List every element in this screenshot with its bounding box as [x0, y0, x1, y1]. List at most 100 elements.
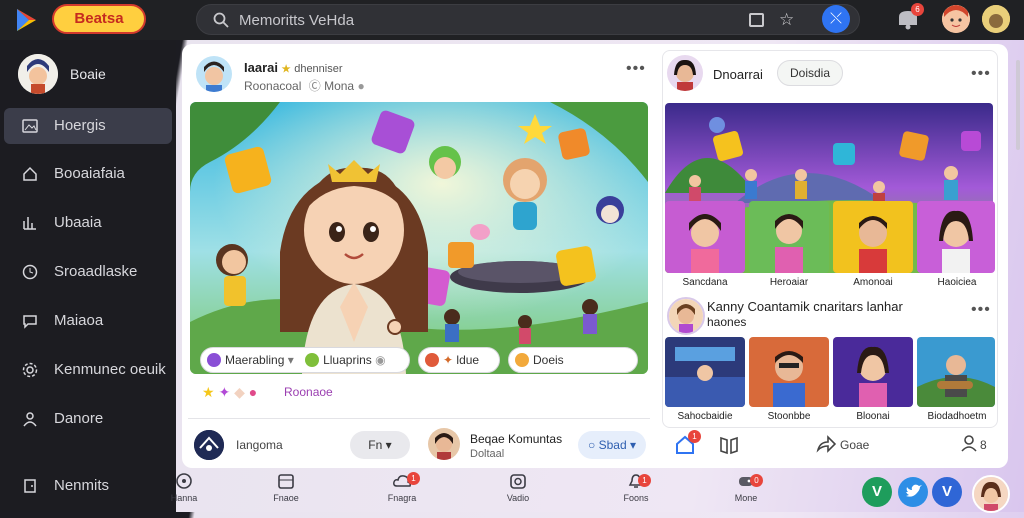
scrollbar[interactable]	[1016, 60, 1020, 150]
community-title[interactable]: Beqae Komuntas	[470, 432, 562, 446]
dock-item-foons[interactable]: Foons	[606, 472, 666, 503]
like-badge: 1	[688, 430, 701, 443]
tag-chip-doeis[interactable]: Doeis	[508, 347, 638, 373]
sidebar-item-kenmunec[interactable]: Kenmunec oeuik	[4, 352, 172, 388]
profile-name[interactable]: Boaie	[70, 66, 106, 82]
tag-chip-maerabling[interactable]: Maerabling ▾ Lluaprins ◉	[200, 347, 410, 373]
play-icon	[207, 353, 221, 367]
more-options-icon[interactable]: •••	[971, 65, 991, 83]
sd-dropdown[interactable]: ○ Sbad ▾	[578, 431, 646, 459]
square-icon[interactable]	[749, 13, 764, 27]
reaction-icons[interactable]: ★ ✦ ◆ ●	[202, 384, 257, 401]
thumbnail-caption: Heroaiar	[769, 277, 809, 288]
sidebar-item-sroaadlaske[interactable]: Sroaadlaske	[4, 254, 172, 290]
people-count: 8	[980, 438, 987, 452]
bottom-dock: Hanna Fnaoe Fnagra 1 Vadio Foons 1 Mone …	[171, 468, 1024, 512]
dock-item-vadio[interactable]: Vadio	[488, 472, 548, 503]
dock-badge: 1	[407, 472, 420, 485]
thumbnail[interactable]	[749, 337, 829, 407]
sidebar-item-hoergis[interactable]: Hoergis	[4, 108, 172, 144]
dock-item-fnaoe[interactable]: Fnaoe	[256, 472, 316, 503]
more-options-icon[interactable]: •••	[626, 60, 646, 78]
social-vine-button[interactable]: V	[862, 477, 892, 507]
people-icon	[23, 412, 37, 427]
post-image[interactable]	[190, 102, 648, 374]
post-author[interactable]: Iaarai ★ dhenniser	[244, 60, 343, 75]
play-store-logo-icon[interactable]	[12, 6, 40, 34]
search-bar[interactable]: Memoritts VeHda ☆	[196, 4, 860, 35]
search-input[interactable]: Memoritts VeHda	[239, 12, 354, 29]
share-icon[interactable]	[816, 434, 836, 454]
avatar[interactable]	[942, 5, 970, 33]
star-pin-icon[interactable]: ☆	[779, 10, 799, 30]
profile-avatar[interactable]	[18, 54, 58, 94]
sidebar-item-label: Nenmits	[54, 477, 110, 494]
author-avatar[interactable]	[196, 56, 232, 92]
chevron-down-icon: ▾	[287, 353, 294, 367]
compose-button[interactable]: ⤬	[822, 5, 850, 33]
sidebar-item-label: Maiaoa	[54, 312, 104, 329]
person-icon[interactable]	[960, 434, 978, 452]
social-twitter-button[interactable]	[898, 477, 928, 507]
notification-badge: 6	[911, 3, 924, 16]
thumbnail[interactable]	[665, 201, 745, 273]
fn-dropdown[interactable]: Fn ▾	[350, 431, 410, 459]
sidebar-item-label: Kenmunec oeuik	[54, 361, 166, 378]
thumbnail[interactable]	[833, 201, 913, 273]
dock-item-hanna[interactable]: Hanna	[154, 472, 214, 503]
thumbnail[interactable]	[917, 337, 995, 407]
reaction-label[interactable]: Roonaoe	[284, 385, 333, 399]
thumbnail[interactable]	[917, 201, 995, 273]
book-icon[interactable]	[718, 434, 740, 456]
sidebar-item-ubaaia[interactable]: Ubaaia	[4, 205, 172, 241]
community-title[interactable]: Kanny Coantamik cnaritars lanhar	[707, 299, 967, 314]
verified-icon: ★	[281, 64, 291, 75]
thumbnail[interactable]	[749, 201, 829, 273]
post-author[interactable]: Dnoarrai	[713, 67, 763, 82]
chat-icon	[23, 315, 37, 329]
community-subtitle: haones	[707, 315, 747, 329]
camera-icon	[510, 474, 526, 489]
community-avatar[interactable]	[428, 428, 460, 460]
group-label[interactable]: Iangoma	[236, 438, 283, 452]
dock-badge: 1	[638, 474, 651, 487]
compass-icon	[176, 473, 192, 489]
chart-icon	[23, 217, 36, 230]
thumbnail[interactable]	[833, 337, 913, 407]
dock-badge: 0	[750, 474, 763, 487]
sidebar-item-nenmits[interactable]: Nenmits	[4, 468, 172, 504]
coin-icon	[515, 353, 529, 367]
dock-item-mone[interactable]: Mone	[716, 472, 776, 503]
sidebar-item-booaiafaia[interactable]: Booaiafaia	[4, 156, 172, 192]
heart-icon: ●	[248, 384, 258, 400]
sidebar-item-label: Hoergis	[54, 117, 106, 134]
post-subtitle: Roonacoal Ⓒ Mona ●	[244, 79, 365, 93]
sidebar-item-maiaoa[interactable]: Maiaoa	[4, 303, 172, 339]
sparkle-icon: ✦	[443, 353, 454, 367]
sidebar-item-label: Ubaaia	[54, 214, 102, 231]
account-avatar[interactable]	[982, 5, 1010, 33]
brand-logo[interactable]: Beatsa	[52, 4, 146, 34]
social-v-button[interactable]: V	[932, 477, 962, 507]
sidebar-item-danore[interactable]: Danore	[4, 401, 172, 437]
home-icon	[23, 166, 37, 181]
action-bar: Iangoma Fn ▾ Beqae Komuntas Doltaal ○ Sb…	[182, 420, 1008, 468]
author-avatar[interactable]	[667, 55, 703, 91]
feed-panel: Iaarai ★ dhenniser Roonacoal Ⓒ Mona ● ••…	[182, 44, 1008, 468]
thumbnail[interactable]	[665, 337, 745, 407]
shield-icon	[305, 353, 320, 367]
clock-icon	[22, 264, 38, 280]
sidebar-item-label: Sroaadlaske	[54, 263, 138, 280]
tag-chip-ldue[interactable]: ✦ ldue	[418, 347, 500, 373]
share-label[interactable]: Goae	[840, 438, 869, 452]
thumbnail-caption: Haoiciea	[937, 277, 977, 288]
community-avatar[interactable]	[667, 297, 705, 335]
sparkle-icon: ✦	[218, 384, 231, 400]
group-avatar[interactable]	[194, 430, 224, 460]
bolt-icon	[425, 353, 439, 367]
more-options-icon[interactable]: •••	[971, 301, 991, 319]
follow-button[interactable]: Doisdia	[777, 60, 843, 86]
door-icon	[24, 479, 36, 493]
dock-item-fnagra[interactable]: Fnagra	[372, 472, 432, 503]
user-avatar[interactable]	[972, 475, 1010, 513]
